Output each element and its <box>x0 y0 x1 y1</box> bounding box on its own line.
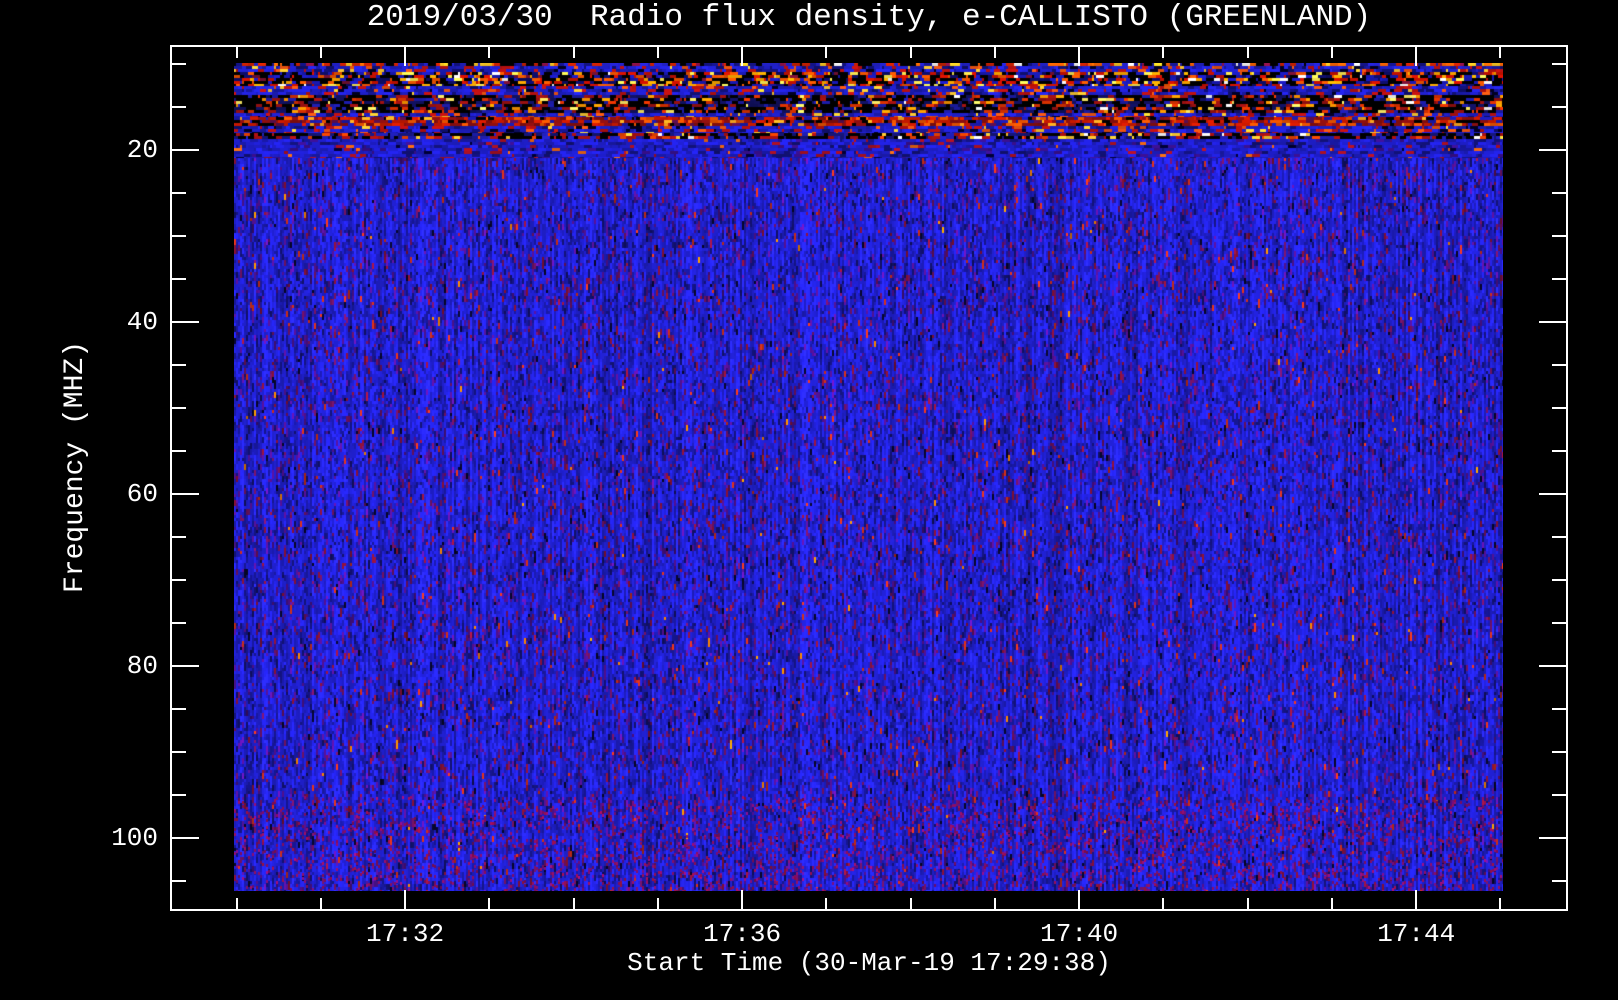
y-minor-tick-right <box>1552 579 1566 581</box>
y-minor-tick-right <box>1552 536 1566 538</box>
y-minor-tick-left <box>172 708 186 710</box>
y-minor-tick-left <box>172 450 186 452</box>
x-minor-tick-bottom <box>825 898 827 909</box>
y-major-tick-right <box>1539 665 1566 667</box>
y-minor-tick-right <box>1552 794 1566 796</box>
x-minor-tick-top <box>236 47 238 58</box>
x-major-tick-top <box>1415 47 1417 66</box>
x-major-tick-bottom <box>1415 890 1417 909</box>
x-minor-tick-top <box>994 47 996 58</box>
y-minor-tick-right <box>1552 708 1566 710</box>
y-minor-tick-right <box>1552 235 1566 237</box>
y-minor-tick-left <box>172 106 186 108</box>
y-minor-tick-left <box>172 880 186 882</box>
x-minor-tick-top <box>825 47 827 58</box>
x-minor-tick-top <box>1162 47 1164 58</box>
y-minor-tick-left <box>172 622 186 624</box>
y-minor-tick-left <box>172 579 186 581</box>
y-major-tick-right <box>1539 149 1566 151</box>
y-major-tick-left <box>172 837 199 839</box>
y-minor-tick-right <box>1552 407 1566 409</box>
y-minor-tick-right <box>1552 880 1566 882</box>
x-minor-tick-top <box>910 47 912 58</box>
x-minor-tick-top <box>488 47 490 58</box>
y-minor-tick-right <box>1552 63 1566 65</box>
x-minor-tick-top <box>320 47 322 58</box>
y-minor-tick-left <box>172 364 186 366</box>
y-major-tick-right <box>1539 321 1566 323</box>
x-minor-tick-bottom <box>1499 898 1501 909</box>
chart-title: 2019/03/30 Radio flux density, e-CALLIST… <box>366 0 1372 35</box>
x-minor-tick-top <box>1247 47 1249 58</box>
y-minor-tick-right <box>1552 622 1566 624</box>
y-major-tick-left <box>172 665 199 667</box>
x-major-tick-bottom <box>404 890 406 909</box>
y-minor-tick-left <box>172 407 186 409</box>
y-minor-tick-right <box>1552 751 1566 753</box>
x-tick-label: 17:32 <box>366 919 445 949</box>
x-major-tick-top <box>404 47 406 66</box>
y-minor-tick-left <box>172 235 186 237</box>
x-minor-tick-top <box>1331 47 1333 58</box>
y-major-tick-left <box>172 321 199 323</box>
y-minor-tick-left <box>172 751 186 753</box>
y-major-tick-right <box>1539 837 1566 839</box>
y-minor-tick-right <box>1552 192 1566 194</box>
y-tick-label: 100 <box>111 822 158 853</box>
plot-frame <box>170 45 1568 911</box>
x-major-tick-top <box>1078 47 1080 66</box>
x-minor-tick-bottom <box>573 898 575 909</box>
x-tick-label: 17:36 <box>703 919 782 949</box>
x-major-tick-bottom <box>1078 890 1080 909</box>
x-minor-tick-bottom <box>1331 898 1333 909</box>
x-minor-tick-bottom <box>994 898 996 909</box>
y-major-tick-left <box>172 493 199 495</box>
x-axis-title: Start Time (30-Mar-19 17:29:38) <box>627 948 1111 978</box>
x-minor-tick-bottom <box>1247 898 1249 909</box>
y-tick-label: 20 <box>126 135 158 166</box>
x-minor-tick-top <box>573 47 575 58</box>
x-minor-tick-top <box>1499 47 1501 58</box>
y-major-tick-left <box>172 149 199 151</box>
y-minor-tick-right <box>1552 278 1566 280</box>
y-major-tick-right <box>1539 493 1566 495</box>
spectrogram-figure: 2019/03/30 Radio flux density, e-CALLIST… <box>0 0 1618 1000</box>
x-minor-tick-bottom <box>236 898 238 909</box>
y-minor-tick-right <box>1552 364 1566 366</box>
y-minor-tick-left <box>172 63 186 65</box>
x-tick-label: 17:44 <box>1377 919 1456 949</box>
x-minor-tick-bottom <box>657 898 659 909</box>
y-minor-tick-left <box>172 794 186 796</box>
y-minor-tick-left <box>172 536 186 538</box>
x-minor-tick-top <box>657 47 659 58</box>
x-minor-tick-bottom <box>488 898 490 909</box>
x-tick-label: 17:40 <box>1040 919 1119 949</box>
y-minor-tick-left <box>172 278 186 280</box>
x-minor-tick-bottom <box>1162 898 1164 909</box>
y-axis-title: Frequency (MHZ) <box>60 340 91 594</box>
x-major-tick-bottom <box>741 890 743 909</box>
y-minor-tick-right <box>1552 106 1566 108</box>
x-minor-tick-bottom <box>320 898 322 909</box>
x-minor-tick-bottom <box>910 898 912 909</box>
y-minor-tick-left <box>172 192 186 194</box>
y-minor-tick-right <box>1552 450 1566 452</box>
x-major-tick-top <box>741 47 743 66</box>
